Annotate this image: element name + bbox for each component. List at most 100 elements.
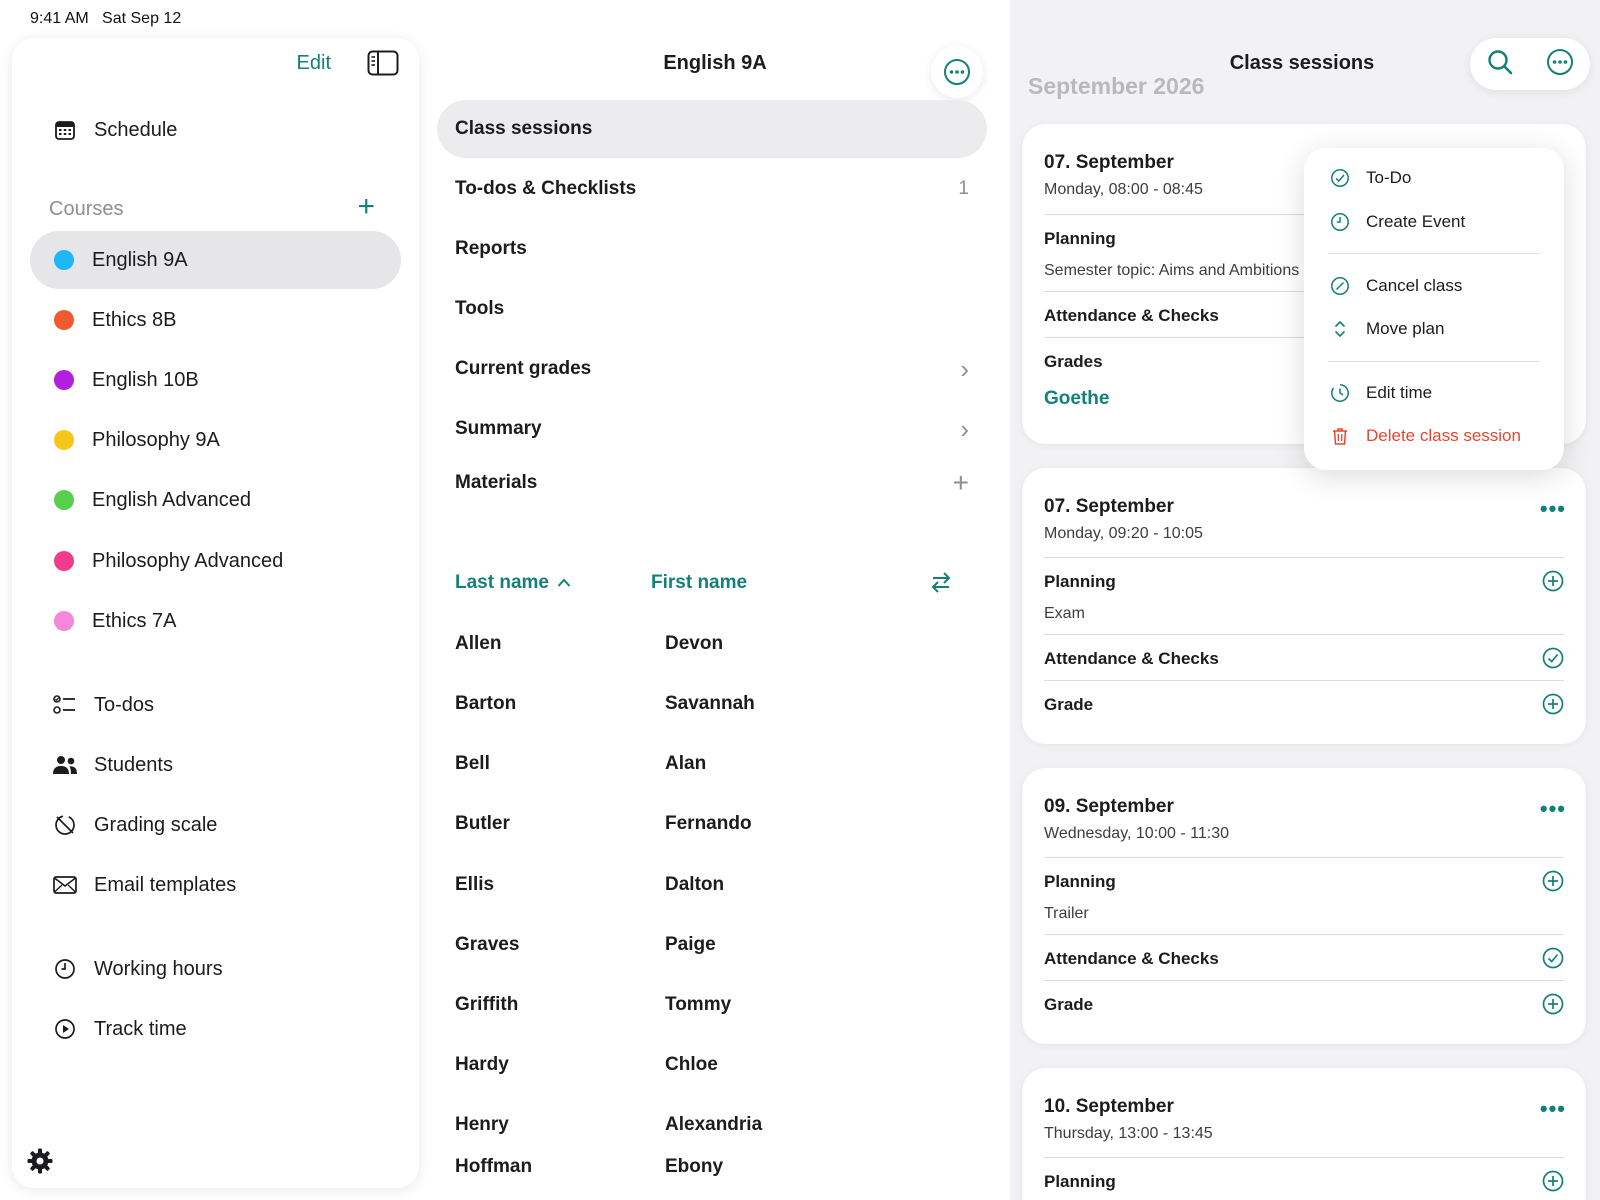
session-more-button[interactable]: ••• <box>1540 496 1566 522</box>
checklist-icon <box>52 692 78 718</box>
swap-columns-button[interactable] <box>929 570 953 599</box>
menu-item-todos-checklists[interactable]: To-dos & Checklists 1 <box>437 160 987 218</box>
sidebar-item-english-10b[interactable]: English 10B <box>30 351 401 409</box>
session-time: Monday, 09:20 - 10:05 <box>1044 525 1203 542</box>
divider <box>1044 934 1564 935</box>
session-time: Monday, 08:00 - 08:45 <box>1044 181 1203 198</box>
menu-item-move-plan[interactable]: Move plan <box>1330 317 1444 341</box>
session-more-button[interactable]: ••• <box>1540 796 1566 822</box>
session-card[interactable]: 07. September Monday, 09:20 - 10:05 ••• … <box>1022 468 1586 744</box>
menu-item-reports[interactable]: Reports <box>437 220 987 278</box>
plus-circle-icon <box>1542 1170 1564 1192</box>
planning-label[interactable]: Planning <box>1044 1172 1116 1192</box>
sort-last-name-header[interactable]: Last name <box>455 572 571 594</box>
session-card[interactable]: 10. September Thursday, 13:00 - 13:45 ••… <box>1022 1068 1586 1200</box>
sidebar-item-todos[interactable]: To-dos <box>30 676 401 734</box>
attendance-check-button[interactable] <box>1542 947 1564 974</box>
table-row[interactable]: Ellis Dalton <box>437 856 987 916</box>
table-row[interactable]: Hardy Chloe <box>437 1036 987 1096</box>
clock-icon <box>1330 212 1350 232</box>
sidebar-item-philosophy-advanced[interactable]: Philosophy Advanced <box>30 532 401 590</box>
trash-icon <box>1330 426 1350 446</box>
course-more-button[interactable] <box>931 46 983 98</box>
add-planning-button[interactable] <box>1542 570 1564 597</box>
sidebar-item-label: Schedule <box>94 118 178 141</box>
add-planning-button[interactable] <box>1542 1170 1564 1197</box>
menu-item-class-sessions[interactable]: Class sessions <box>437 100 987 158</box>
menu-item-create-event[interactable]: Create Event <box>1330 210 1465 234</box>
sidebar-item-ethics-7a[interactable]: Ethics 7A <box>30 592 401 650</box>
sidebar-item-english-9a[interactable]: English 9A <box>30 231 401 289</box>
people-icon <box>52 752 78 778</box>
planning-label[interactable]: Planning <box>1044 229 1116 249</box>
add-grade-button[interactable] <box>1542 693 1564 720</box>
first-name-cell: Fernando <box>665 813 752 834</box>
add-course-button[interactable]: + <box>357 192 375 222</box>
table-row[interactable]: Barton Savannah <box>437 675 987 735</box>
table-row[interactable]: Hoffman Ebony <box>437 1138 987 1177</box>
course-color-dot <box>54 310 74 330</box>
search-button[interactable] <box>1486 48 1514 81</box>
menu-item-delete-class-session[interactable]: Delete class session <box>1330 424 1521 448</box>
course-color-dot <box>54 370 74 390</box>
sidebar-toggle-button[interactable] <box>367 50 399 81</box>
todo-count-badge: 1 <box>958 178 969 199</box>
last-name-cell: Bell <box>455 753 490 774</box>
divider <box>1044 634 1564 635</box>
menu-item-tools[interactable]: Tools <box>437 280 987 338</box>
menu-item-materials[interactable]: Materials + <box>437 454 987 512</box>
sidebar-item-label: Ethics 7A <box>92 609 177 632</box>
sidebar-item-students[interactable]: Students <box>30 736 401 794</box>
table-row[interactable]: Graves Paige <box>437 916 987 976</box>
grading-scale-icon <box>52 812 78 838</box>
planning-note: Semester topic: Aims and Ambitions <box>1044 262 1300 279</box>
add-planning-button[interactable] <box>1542 870 1564 897</box>
sort-first-name-header[interactable]: First name <box>651 572 747 594</box>
table-row[interactable]: Griffith Tommy <box>437 976 987 1036</box>
grade-label[interactable]: Grade <box>1044 695 1093 715</box>
add-grade-button[interactable] <box>1542 993 1564 1020</box>
table-row[interactable]: Allen Devon <box>437 615 987 675</box>
menu-item-current-grades[interactable]: Current grades › <box>437 340 987 398</box>
sidebar-item-philosophy-9a[interactable]: Philosophy 9A <box>30 411 401 469</box>
menu-item-todo[interactable]: To-Do <box>1330 166 1411 190</box>
chevron-up-down-icon <box>1330 319 1350 339</box>
session-more-button[interactable]: ••• <box>1540 1096 1566 1122</box>
column-header-label: First name <box>651 572 748 593</box>
table-row[interactable]: Bell Alan <box>437 735 987 795</box>
envelope-icon <box>52 872 78 898</box>
sidebar-item-schedule[interactable]: Schedule <box>30 101 401 159</box>
sidebar-item-working-hours[interactable]: Working hours <box>30 940 401 998</box>
cancel-circle-icon <box>1330 276 1350 296</box>
last-name-cell: Henry <box>455 1114 509 1135</box>
settings-button[interactable] <box>26 1147 54 1180</box>
sessions-more-button[interactable] <box>1546 48 1574 81</box>
sidebar-item-grading-scale[interactable]: Grading scale <box>30 796 401 854</box>
menu-item-summary[interactable]: Summary › <box>437 400 987 458</box>
grades-label[interactable]: Grades <box>1044 352 1103 372</box>
grade-link[interactable]: Goethe <box>1044 388 1109 410</box>
sidebar-item-track-time[interactable]: Track time <box>30 1000 401 1058</box>
grade-label[interactable]: Grade <box>1044 995 1093 1015</box>
planning-label[interactable]: Planning <box>1044 872 1116 892</box>
add-material-icon[interactable]: + <box>953 467 969 499</box>
table-row[interactable]: Butler Fernando <box>437 795 987 855</box>
menu-item-edit-time[interactable]: Edit time <box>1330 381 1432 405</box>
session-card[interactable]: 09. September Wednesday, 10:00 - 11:30 •… <box>1022 768 1586 1044</box>
divider <box>1044 557 1564 558</box>
attendance-label[interactable]: Attendance & Checks <box>1044 649 1219 669</box>
course-color-dot <box>54 430 74 450</box>
first-name-cell: Paige <box>665 934 716 955</box>
attendance-label[interactable]: Attendance & Checks <box>1044 306 1219 326</box>
sidebar-item-email-templates[interactable]: Email templates <box>30 856 401 914</box>
first-name-cell: Savannah <box>665 693 755 714</box>
status-time: 9:41 AM <box>30 10 89 27</box>
menu-item-cancel-class[interactable]: Cancel class <box>1330 274 1462 298</box>
attendance-label[interactable]: Attendance & Checks <box>1044 949 1219 969</box>
sidebar-item-ethics-8b[interactable]: Ethics 8B <box>30 291 401 349</box>
gear-icon <box>27 1148 53 1174</box>
planning-label[interactable]: Planning <box>1044 572 1116 592</box>
sidebar-item-english-advanced[interactable]: English Advanced <box>30 471 401 529</box>
attendance-check-button[interactable] <box>1542 647 1564 674</box>
edit-button[interactable]: Edit <box>297 52 331 75</box>
